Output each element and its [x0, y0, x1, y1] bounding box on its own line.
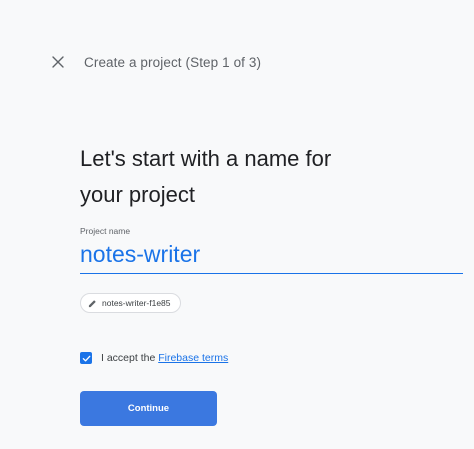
headline-line-2: your project — [80, 182, 195, 207]
checkmark-icon — [82, 355, 90, 362]
project-name-label: Project name — [80, 226, 131, 236]
terms-label: I accept the Firebase terms — [101, 352, 228, 364]
terms-row: I accept the Firebase terms — [80, 352, 228, 364]
project-name-field: Project name — [80, 226, 463, 274]
project-id-chip[interactable]: notes-writer-f1e85 — [80, 293, 181, 313]
project-name-input[interactable] — [80, 238, 463, 274]
headline-line-1: Let's start with a name for — [80, 146, 332, 171]
page-headline: Let's start with a name for your project — [80, 141, 450, 213]
terms-checkbox[interactable] — [80, 352, 92, 364]
close-icon — [52, 56, 64, 68]
create-project-page: Create a project (Step 1 of 3) Let's sta… — [0, 0, 474, 449]
continue-button[interactable]: Continue — [80, 391, 217, 426]
terms-prefix: I accept the — [101, 352, 159, 364]
step-title: Create a project (Step 1 of 3) — [84, 54, 262, 70]
firebase-terms-link[interactable]: Firebase terms — [158, 352, 228, 364]
project-id-text: notes-writer-f1e85 — [102, 298, 171, 308]
header: Create a project (Step 1 of 3) — [48, 52, 261, 72]
close-button[interactable] — [48, 52, 68, 72]
pencil-icon — [88, 299, 96, 307]
